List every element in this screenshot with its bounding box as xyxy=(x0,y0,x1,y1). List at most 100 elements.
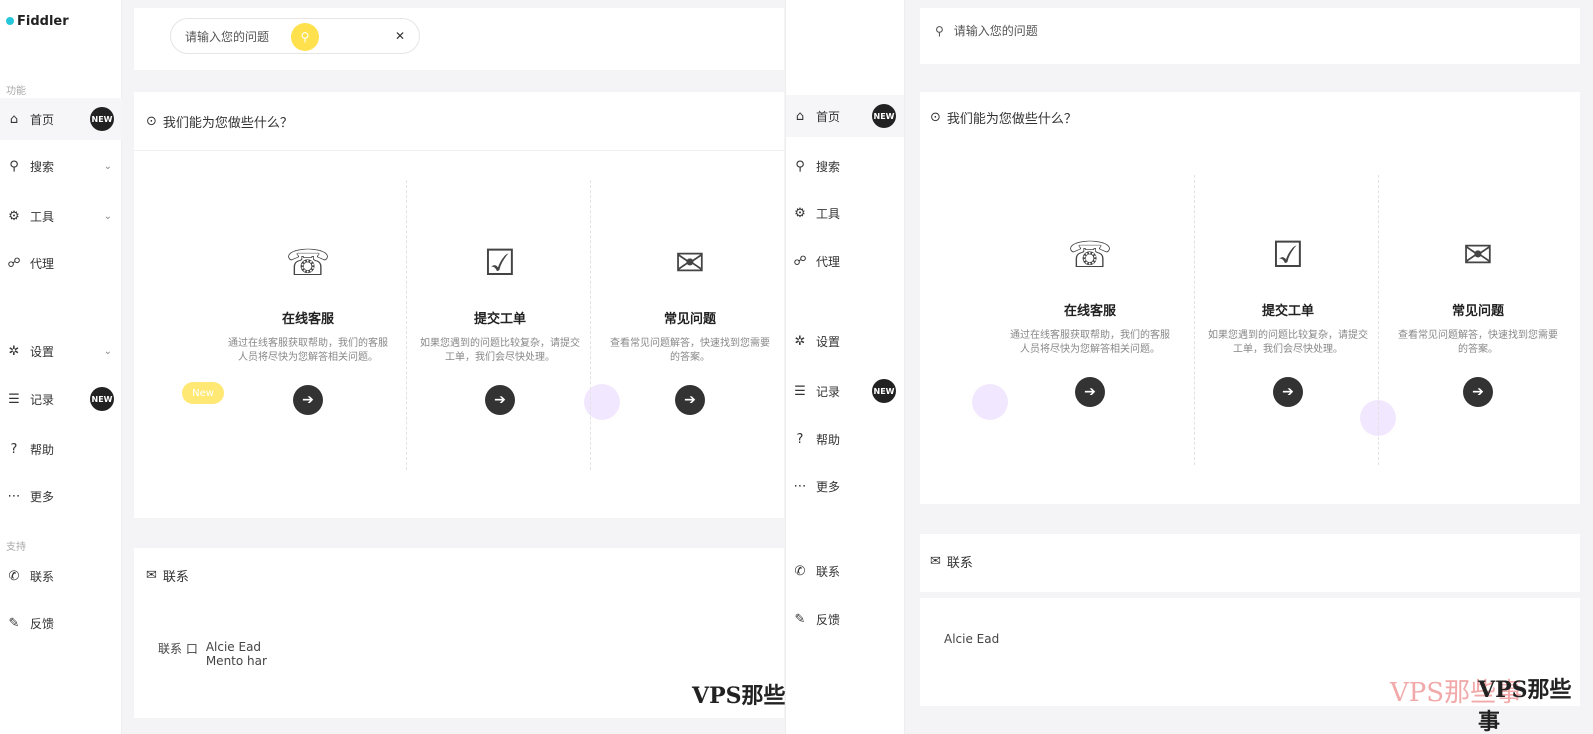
faq-icon: ✉ xyxy=(674,242,706,284)
search-icon: ⚲ xyxy=(935,23,944,38)
sidebar-item-more[interactable]: ⋯ 更多 xyxy=(0,475,122,517)
sidebar-item-home[interactable]: ⌂ 首页 NEW xyxy=(0,98,122,140)
sidebar-item-search[interactable]: ⚲ 搜索 xyxy=(786,145,904,187)
more-icon: ⋯ xyxy=(793,478,807,494)
sidebar-item-search[interactable]: ⚲ 搜索 ⌄ xyxy=(0,145,122,187)
chevron-down-icon: ⌄ xyxy=(103,345,112,357)
contact-info: 联系 口 Alcie Ead Mento har xyxy=(158,640,267,668)
go-icon[interactable]: ➔ xyxy=(675,385,705,415)
sidebar-item-label: 搜索 xyxy=(816,159,841,174)
sidebar-item-label: 代理 xyxy=(30,256,55,271)
sidebar-item-label: 反馈 xyxy=(30,616,55,631)
sidebar-item-tools[interactable]: ⚙ 工具 xyxy=(786,192,904,234)
sidebar-item-settings[interactable]: ✲ 设置 xyxy=(786,320,904,362)
close-icon[interactable]: ✕ xyxy=(395,29,405,43)
sidebar-item-label: 工具 xyxy=(30,209,55,224)
card-desc: 如果您遇到的问题比较复杂，请提交工单，我们会尽快处理。 xyxy=(420,338,580,363)
go-icon[interactable]: ➔ xyxy=(293,385,323,415)
card-desc: 通过在线客服获取帮助，我们的客服人员将尽快为您解答相关问题。 xyxy=(1010,330,1170,355)
help-section-title-right: ⊙ 我们能为您做些什么？ xyxy=(930,108,1077,127)
go-icon[interactable]: ➔ xyxy=(1463,377,1493,407)
new-badge: NEW xyxy=(90,387,114,411)
log-icon: ☰ xyxy=(794,383,806,399)
card-online-service-right[interactable]: ☏ 在线客服 通过在线客服获取帮助，我们的客服人员将尽快为您解答相关问题。 ➔ xyxy=(1000,180,1180,460)
sidebar-item-label: 设置 xyxy=(816,334,841,349)
sidebar-item-log[interactable]: ☰ 记录 NEW xyxy=(0,378,122,420)
gear-icon: ✲ xyxy=(794,333,806,349)
sidebar-item-tools[interactable]: ⚙ 工具 ⌄ xyxy=(0,195,122,237)
more-icon: ⋯ xyxy=(7,488,21,504)
sidebar-item-label: 搜索 xyxy=(30,159,55,174)
new-badge: NEW xyxy=(90,107,114,131)
sidebar-item-label: 工具 xyxy=(816,206,841,221)
contact-header-right xyxy=(920,534,1580,592)
home-icon: ⌂ xyxy=(795,108,805,124)
contact-section-title-right: ✉ 联系 xyxy=(930,552,973,571)
search-icon: ⚲ xyxy=(9,158,19,174)
contact-icon: ✆ xyxy=(794,563,806,579)
sidebar-item-help[interactable]: ? 帮助 xyxy=(0,428,122,470)
ticket-icon: ☑ xyxy=(483,242,517,284)
sidebar-item-label: 帮助 xyxy=(816,432,841,447)
log-icon: ☰ xyxy=(8,391,20,407)
mail-icon: ✉ xyxy=(930,554,941,569)
headset-icon: ☏ xyxy=(1067,234,1113,276)
home-icon: ⌂ xyxy=(9,111,19,127)
proxy-icon: ☍ xyxy=(7,255,21,271)
chevron-down-icon: ⌄ xyxy=(103,160,112,172)
question-icon: ⊙ xyxy=(930,110,941,125)
card-name: 在线客服 xyxy=(1063,304,1116,319)
search-input[interactable]: 请输入您的问题 ⚲ ✕ xyxy=(170,18,420,54)
contact-title-text: 联系 xyxy=(946,556,973,571)
sidebar-item-contact[interactable]: ✆ 联系 xyxy=(0,555,122,597)
tool-icon: ⚙ xyxy=(794,205,806,221)
new-badge: NEW xyxy=(872,379,896,403)
sidebar-item-home[interactable]: ⌂ 首页 NEW xyxy=(786,95,904,137)
card-faq[interactable]: ✉ 常见问题 查看常见问题解答，快速找到您需要的答案。 ➔ xyxy=(600,188,780,468)
sidebar-section-bottom: 支持 xyxy=(6,542,26,553)
sidebar-item-proxy[interactable]: ☍ 代理 xyxy=(0,242,122,284)
search-icon[interactable]: ⚲ xyxy=(291,23,319,51)
search-input-right[interactable]: ⚲ 请输入您的问题 xyxy=(935,22,1038,39)
card-faq-right[interactable]: ✉ 常见问题 查看常见问题解答，快速找到您需要的答案。 ➔ xyxy=(1388,180,1568,460)
question-icon: ⊙ xyxy=(146,114,157,129)
sidebar-item-feedback[interactable]: ✎ 反馈 xyxy=(0,602,122,644)
sidebar-item-label: 记录 xyxy=(816,384,841,399)
divider xyxy=(590,180,591,470)
sidebar-item-proxy[interactable]: ☍ 代理 xyxy=(786,240,904,282)
sidebar-item-label: 首页 xyxy=(816,109,841,124)
card-desc: 通过在线客服获取帮助，我们的客服人员将尽快为您解答相关问题。 xyxy=(228,338,388,363)
sidebar-item-settings[interactable]: ✲ 设置 ⌄ xyxy=(0,330,122,372)
headset-icon: ☏ xyxy=(285,242,331,284)
go-icon[interactable]: ➔ xyxy=(1075,377,1105,407)
proxy-icon: ☍ xyxy=(793,253,807,269)
sidebar-item-log[interactable]: ☰ 记录 NEW xyxy=(786,370,904,412)
card-ticket-right[interactable]: ☑ 提交工单 如果您遇到的问题比较复杂，请提交工单，我们会尽快处理。 ➔ xyxy=(1198,180,1378,460)
sidebar-item-contact[interactable]: ✆ 联系 xyxy=(786,550,904,592)
divider xyxy=(1378,175,1379,465)
sidebar-item-help[interactable]: ? 帮助 xyxy=(786,418,904,460)
logo[interactable]: Fiddler xyxy=(6,14,69,29)
logo-text: Fiddler xyxy=(17,14,69,29)
contact-line: Mento har xyxy=(205,654,267,668)
card-name: 提交工单 xyxy=(473,312,526,327)
sidebar-item-more[interactable]: ⋯ 更多 xyxy=(786,465,904,507)
help-section-title: ⊙ 我们能为您做些什么？ xyxy=(146,112,293,131)
sidebar-item-label: 首页 xyxy=(30,112,55,127)
card-name: 提交工单 xyxy=(1261,304,1314,319)
sidebar-item-label: 联系 xyxy=(30,569,55,584)
feedback-icon: ✎ xyxy=(794,611,806,627)
contact-title-text: 联系 xyxy=(162,570,189,585)
mail-icon: ✉ xyxy=(146,568,157,583)
secondary-sidebar: ⌂ 首页 NEW ⚲ 搜索 ⚙ 工具 ☍ 代理 ✲ 设置 ☰ 记录 NEW ? … xyxy=(785,0,905,734)
card-online-service[interactable]: ☏ 在线客服 通过在线客服获取帮助，我们的客服人员将尽快为您解答相关问题。 ➔ xyxy=(218,188,398,468)
card-ticket[interactable]: ☑ 提交工单 如果您遇到的问题比较复杂，请提交工单，我们会尽快处理。 ➔ xyxy=(410,188,590,468)
go-icon[interactable]: ➔ xyxy=(485,385,515,415)
help-icon: ? xyxy=(10,441,18,457)
sidebar-item-label: 帮助 xyxy=(30,442,55,457)
contact-section-title: ✉ 联系 xyxy=(146,566,189,585)
sidebar-item-feedback[interactable]: ✎ 反馈 xyxy=(786,598,904,640)
go-icon[interactable]: ➔ xyxy=(1273,377,1303,407)
card-name: 常见问题 xyxy=(1451,304,1504,319)
card-desc: 查看常见问题解答，快速找到您需要的答案。 xyxy=(610,338,770,363)
